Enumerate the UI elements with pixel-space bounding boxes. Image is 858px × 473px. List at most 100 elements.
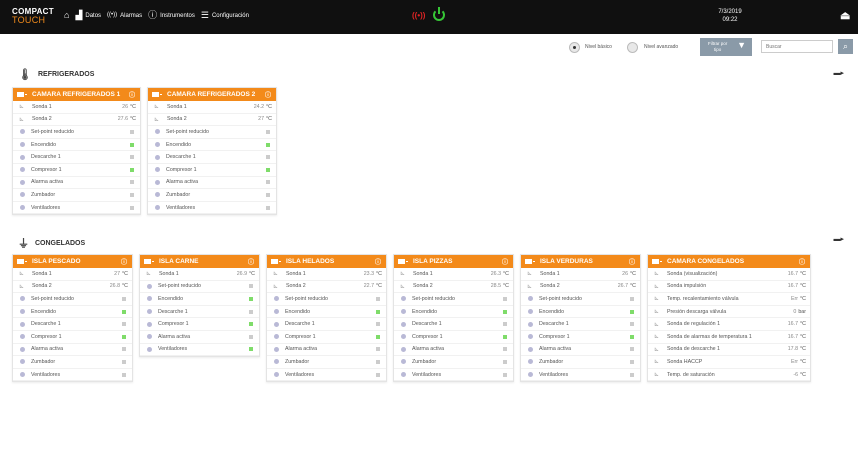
- card-header[interactable]: ISLA PIZZAS ⓘ: [394, 255, 513, 268]
- card-header[interactable]: ISLA VERDURAS ⓘ: [521, 255, 640, 268]
- status-dot-icon: [155, 167, 160, 173]
- info-icon[interactable]: ⓘ: [121, 257, 127, 266]
- sensor-chart-icon[interactable]: ⊾: [654, 283, 662, 290]
- sensor-chart-icon[interactable]: ⊾: [654, 346, 662, 353]
- info-icon[interactable]: ⓘ: [502, 257, 508, 266]
- status-indicator: [503, 296, 507, 301]
- value-unit: °C: [800, 283, 806, 290]
- device-icon: [17, 92, 27, 97]
- sensor-chart-icon[interactable]: ⊾: [654, 270, 662, 277]
- status-indicator: [122, 322, 126, 327]
- card-row: Descarche 1: [140, 306, 259, 319]
- sensor-chart-icon[interactable]: ⊾: [654, 358, 662, 365]
- sensor-chart-icon[interactable]: ⊾: [654, 321, 662, 328]
- row-label: Sonda 2: [540, 283, 560, 290]
- card-row: Set-point reducido: [394, 293, 513, 306]
- card-row: ⊾ Sonda 1 26.9 °C: [140, 268, 259, 281]
- row-value: 26.8 °C: [110, 283, 128, 289]
- card-row: ⊾ Sonda 1 26 °C: [13, 101, 140, 114]
- status-indicator: [130, 192, 134, 197]
- card-header[interactable]: ISLA HELADOS ⓘ: [267, 255, 386, 268]
- status-dot-icon: [20, 205, 25, 211]
- row-value: 26.3 °C: [491, 271, 509, 277]
- search-input[interactable]: [761, 40, 833, 53]
- device-card[interactable]: CAMARA REFRIGERADOS 2 ⓘ ⊾ Sonda 1 24.2 °C ⊾ Son…: [147, 87, 277, 216]
- status-dot-icon: [401, 372, 406, 378]
- status-indicator: [122, 296, 126, 301]
- value-unit: °C: [503, 283, 509, 290]
- sensor-chart-icon[interactable]: ⊾: [527, 283, 535, 290]
- sensor-chart-icon[interactable]: ⊾: [273, 283, 281, 290]
- value-unit: °C: [266, 116, 272, 123]
- basic-level-radio[interactable]: [569, 42, 580, 53]
- row-label: Sonda de descarche 1: [667, 346, 721, 353]
- device-icon: [652, 259, 662, 264]
- card-row: Alarma activa: [267, 344, 386, 357]
- card-header[interactable]: ISLA PESCADO ⓘ: [13, 255, 132, 268]
- info-icon[interactable]: ⓘ: [129, 90, 135, 99]
- sensor-chart-icon[interactable]: ⊾: [654, 295, 662, 302]
- status-dot-icon: [528, 321, 533, 327]
- search-button[interactable]: ⌕: [838, 39, 853, 54]
- nav-configuracion[interactable]: ☰ Configuración: [201, 11, 249, 20]
- sensor-chart-icon[interactable]: ⊾: [654, 333, 662, 340]
- info-icon[interactable]: ⓘ: [265, 90, 271, 99]
- nav-alarmas[interactable]: ((•)) Alarmas: [107, 11, 142, 20]
- card-row: Zumbador: [521, 356, 640, 369]
- device-card[interactable]: CAMARA REFRIGERADOS 1 ⓘ ⊾ Sonda 1 26 °C ⊾ Sonda…: [12, 87, 141, 216]
- row-label: Descarche 1: [412, 321, 442, 328]
- sensor-chart-icon[interactable]: ⊾: [527, 270, 535, 277]
- sensor-chart-icon[interactable]: ⊾: [400, 283, 408, 290]
- row-label: Alarma activa: [158, 333, 191, 340]
- value-number: Err: [790, 295, 799, 302]
- row-label: Sonda impulsión: [667, 283, 707, 290]
- sensor-chart-icon[interactable]: ⊾: [19, 270, 27, 277]
- info-icon[interactable]: ⓘ: [629, 257, 635, 266]
- nav-instrumentos[interactable]: ⓘ Instrumentos: [148, 11, 195, 20]
- info-icon[interactable]: ⓘ: [375, 257, 381, 266]
- section-congelados-collapse-icon[interactable]: ▬▸: [833, 235, 844, 243]
- advanced-level-radio[interactable]: [627, 42, 638, 53]
- sensor-chart-icon[interactable]: ⊾: [154, 103, 162, 110]
- card-row: ⊾ Sonda 2 26.7 °C: [521, 281, 640, 294]
- status-dot-icon: [155, 179, 160, 185]
- status-indicator: [249, 347, 253, 352]
- nav-home[interactable]: ⌂: [64, 11, 69, 20]
- sensor-chart-icon[interactable]: ⊾: [154, 116, 162, 123]
- power-icon[interactable]: [433, 7, 446, 21]
- logout-icon[interactable]: ⏏: [840, 9, 850, 22]
- status-dot-icon: [20, 359, 25, 365]
- sensor-chart-icon[interactable]: ⊾: [273, 270, 281, 277]
- section-refrigerados-collapse-icon[interactable]: ▬▸: [833, 69, 844, 77]
- card-header[interactable]: ISLA CARNE ⓘ: [140, 255, 259, 268]
- row-value: 27.6 °C: [118, 116, 136, 122]
- status-indicator: [266, 205, 270, 210]
- device-card[interactable]: ISLA PESCADO ⓘ ⊾ Sonda 1 27 °C ⊾ Sonda 2 26.8 °C S…: [12, 254, 133, 383]
- device-card[interactable]: ISLA CARNE ⓘ ⊾ Sonda 1 26.9 °C Set-point reduc…: [139, 254, 260, 358]
- alarm-signal-icon[interactable]: ((•)): [412, 11, 425, 20]
- status-dot-icon: [147, 283, 152, 289]
- status-indicator: [130, 129, 134, 134]
- card-row: Ventiladores: [140, 344, 259, 357]
- card-title: ISLA HELADOS: [286, 258, 335, 265]
- filter-by-type-button[interactable]: Filtrar por tipo ▼: [700, 38, 752, 56]
- info-icon[interactable]: ⓘ: [248, 257, 254, 266]
- info-icon[interactable]: ⓘ: [799, 257, 805, 266]
- sensor-chart-icon[interactable]: ⊾: [19, 283, 27, 290]
- device-card[interactable]: ISLA HELADOS ⓘ ⊾ Sonda 1 23.3 °C ⊾ Sonda 2 22.7 °…: [266, 254, 387, 383]
- device-card[interactable]: ISLA PIZZAS ⓘ ⊾ Sonda 1 26.3 °C ⊾ Sonda 2 28.5 °C…: [393, 254, 514, 383]
- status-dot-icon: [20, 154, 25, 160]
- sensor-chart-icon[interactable]: ⊾: [19, 103, 27, 110]
- device-card[interactable]: ISLA VERDURAS ⓘ ⊾ Sonda 1 26 °C ⊾ Sonda 2 26.7 °C…: [520, 254, 641, 383]
- device-card[interactable]: CAMARA CONGELADOS ⓘ ⊾ Sonda (visualización)…: [647, 254, 811, 383]
- sensor-chart-icon[interactable]: ⊾: [654, 371, 662, 378]
- nav-datos[interactable]: ▟ Datos: [75, 11, 101, 20]
- app-logo: COMPACT TOUCH: [12, 7, 54, 25]
- sensor-chart-icon[interactable]: ⊾: [400, 270, 408, 277]
- card-header[interactable]: CAMARA CONGELADOS ⓘ: [648, 255, 810, 268]
- card-header[interactable]: CAMARA REFRIGERADOS 2 ⓘ: [148, 88, 276, 101]
- card-header[interactable]: CAMARA REFRIGERADOS 1 ⓘ: [13, 88, 140, 101]
- sensor-chart-icon[interactable]: ⊾: [146, 270, 154, 277]
- sensor-chart-icon[interactable]: ⊾: [19, 116, 27, 123]
- sensor-chart-icon[interactable]: ⊾: [654, 308, 662, 315]
